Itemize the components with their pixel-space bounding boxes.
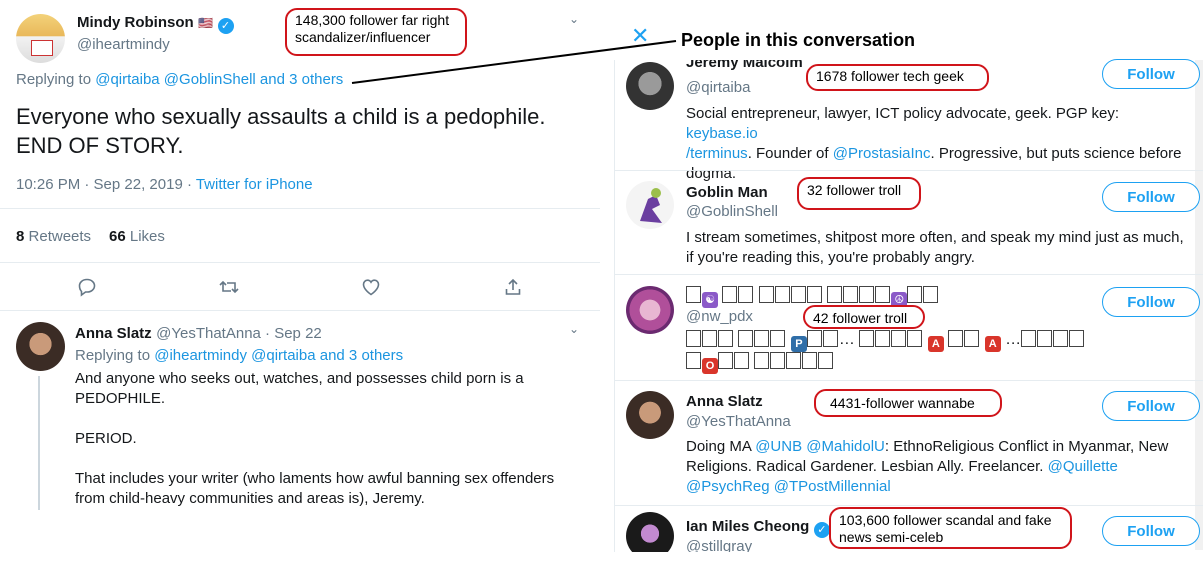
divider <box>0 208 600 209</box>
annotation-jeremy: 1678 follower tech geek <box>806 64 989 91</box>
yin-yang-icon: ☯ <box>702 292 718 308</box>
nw-avatar[interactable] <box>626 286 674 334</box>
reply-icon[interactable] <box>76 277 98 299</box>
follow-button-nw[interactable]: Follow <box>1102 287 1200 317</box>
p-icon: P <box>790 336 807 352</box>
jeremy-bio-link[interactable]: keybase.io <box>686 125 758 142</box>
anna-bio-mention3[interactable]: @Quillette <box>1048 458 1118 475</box>
follow-button-ian[interactable]: Follow <box>1102 516 1200 546</box>
tweet-source[interactable]: Twitter for iPhone <box>196 176 313 193</box>
retweet-icon[interactable] <box>218 277 240 299</box>
anna-bio-text3: Religions. Radical Gardener. Lesbian All… <box>686 458 1048 475</box>
goblin-name[interactable]: Goblin Man <box>686 184 768 201</box>
jeremy-bio-text2: . Founder of <box>747 145 833 162</box>
likes-label[interactable]: Likes <box>130 228 165 245</box>
tweet-author-name[interactable]: Mindy Robinson <box>77 14 194 31</box>
jeremy-bio-text: Social entrepreneur, lawyer, ICT policy … <box>686 105 1120 122</box>
user-row-ian <box>614 505 1203 506</box>
anna-bio-text2: : EthnoReligious Conflict in Myanmar, Ne… <box>884 438 1169 455</box>
anna-bio-mention2[interactable]: @MahidolU <box>806 438 885 455</box>
a-icon: A <box>927 336 944 352</box>
reply-text-line2: PEDOPHILE. <box>75 390 166 407</box>
o-icon: O <box>702 358 718 374</box>
user-row-anna <box>614 380 1203 381</box>
divider <box>0 310 600 311</box>
reply-text-line1: And anyone who seeks out, watches, and p… <box>75 370 524 387</box>
reply-author-name[interactable]: Anna Slatz <box>75 325 152 342</box>
tweet-text-line1: Everyone who sexually assaults a child i… <box>16 104 546 129</box>
close-icon[interactable]: ✕ <box>631 24 649 48</box>
reply-text-line5: from child-heavy communities and areas i… <box>75 490 425 507</box>
panel-bottom-edge <box>614 552 1203 564</box>
replying-to-links[interactable]: @qirtaiba @GoblinShell and 3 others <box>95 71 343 88</box>
user-row-goblin <box>614 170 1203 171</box>
reply-author-handle[interactable]: @YesThatAnna · Sep 22 <box>156 325 322 342</box>
replying-to-label: Replying to <box>16 71 92 88</box>
anna-bio-mention4[interactable]: @PsychReg <box>686 478 770 495</box>
likes-count[interactable]: 66 <box>109 228 126 245</box>
anna-bio-mention5[interactable]: @TPostMillennial <box>774 478 891 495</box>
goblin-bio-line1: I stream sometimes, shitpost more often,… <box>686 229 1184 246</box>
follow-button-goblin[interactable]: Follow <box>1102 182 1200 212</box>
ian-name[interactable]: Ian Miles Cheong <box>686 518 809 535</box>
verified-badge-icon: ✓ <box>813 522 830 538</box>
jeremy-bio-link2[interactable]: /terminus <box>686 145 748 162</box>
user-row-nw <box>614 274 1203 275</box>
retweets-label[interactable]: Retweets <box>29 228 92 245</box>
panel-title: People in this conversation <box>681 30 916 50</box>
goblin-bio-line2: if you're reading this, you're probably … <box>686 249 975 266</box>
divider <box>0 262 600 263</box>
flag-icon: 🇺🇸 <box>198 16 214 30</box>
tweet-avatar[interactable] <box>16 14 65 63</box>
chevron-down-icon[interactable]: ⌄ <box>569 322 579 336</box>
a-icon: A <box>984 336 1001 352</box>
tweet-author-handle[interactable]: @iheartmindy <box>77 36 170 53</box>
jeremy-name[interactable]: Jeremy Malcolm <box>686 60 803 71</box>
reply-text-line3: PERIOD. <box>75 430 137 447</box>
anna-bio-mention1[interactable]: @UNB <box>755 438 802 455</box>
anna-bio-text1: Doing MA <box>686 438 756 455</box>
reply-replying-links[interactable]: @iheartmindy @qirtaiba and 3 others <box>154 347 403 364</box>
follow-button-jeremy[interactable]: Follow <box>1102 59 1200 89</box>
anna-avatar[interactable] <box>626 391 674 439</box>
jeremy-bio-text4: dogma. <box>686 165 737 182</box>
tweet-text-line2: END OF STORY. <box>16 133 184 158</box>
nw-bio: P… A A … O <box>686 330 1186 374</box>
jeremy-avatar[interactable] <box>626 62 674 110</box>
verified-badge-icon: ✓ <box>217 18 234 34</box>
retweets-count[interactable]: 8 <box>16 228 24 245</box>
ian-handle[interactable]: @stillgray <box>686 538 752 552</box>
anna-name[interactable]: Anna Slatz <box>686 393 763 410</box>
jeremy-bio-mention[interactable]: @ProstasiaInc <box>833 145 931 162</box>
jeremy-bio-text3: . Progressive, but puts science before <box>930 145 1182 162</box>
like-icon[interactable] <box>360 277 382 299</box>
annotation-nw: 42 follower troll <box>803 305 925 329</box>
thread-line <box>38 376 40 510</box>
reply-avatar[interactable] <box>16 322 65 371</box>
chevron-down-icon[interactable]: ⌄ <box>569 12 579 26</box>
goblin-avatar[interactable] <box>626 181 674 229</box>
share-icon[interactable] <box>502 277 524 299</box>
follow-button-anna[interactable]: Follow <box>1102 391 1200 421</box>
reply-text-line4: That includes your writer (who laments h… <box>75 470 555 487</box>
anna-handle[interactable]: @YesThatAnna <box>686 413 791 430</box>
nw-handle[interactable]: @nw_pdx <box>686 308 753 325</box>
annotation-ian: 103,600 follower scandal and fake news s… <box>829 507 1072 549</box>
reply-replying-label: Replying to <box>75 347 151 364</box>
annotation-anna: 4431-follower wannabe <box>814 389 1002 417</box>
annotation-goblin: 32 follower troll <box>797 177 921 210</box>
jeremy-handle[interactable]: @qirtaiba <box>686 79 750 96</box>
tweet-timestamp[interactable]: 10:26 PM · Sep 22, 2019 · <box>16 176 196 193</box>
goblin-handle[interactable]: @GoblinShell <box>686 203 778 220</box>
